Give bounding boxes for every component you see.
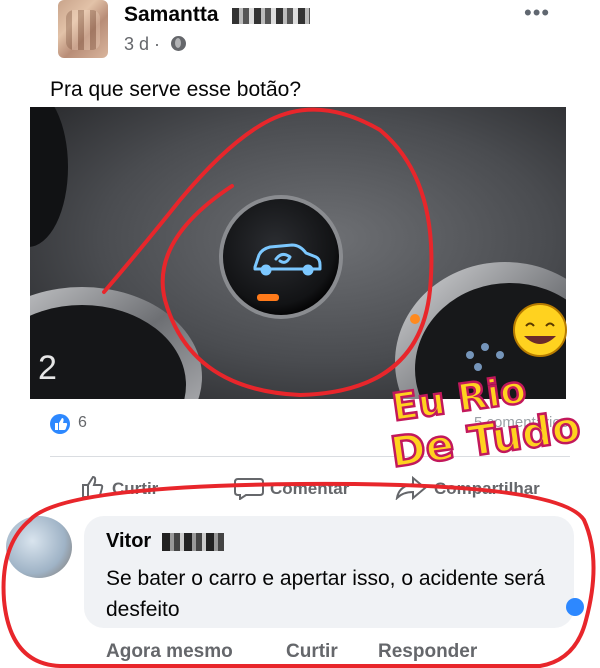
share-icon — [395, 475, 427, 505]
post-author-name[interactable]: Samantta — [124, 3, 219, 27]
reaction-count[interactable]: 6 — [78, 414, 87, 432]
share-button[interactable]: Compartilhar — [434, 479, 540, 499]
author-surname-redaction — [232, 8, 310, 24]
dial-number: 2 — [38, 349, 57, 387]
divider — [50, 456, 570, 457]
indicator-light — [257, 294, 279, 301]
comment-icon — [234, 476, 264, 505]
comment-timestamp[interactable]: Agora mesmo — [106, 641, 233, 663]
thumbs-up-icon — [80, 474, 106, 505]
commenter-name[interactable]: Vitor — [106, 530, 151, 553]
post-photo[interactable]: 2 — [30, 107, 566, 399]
comment-button[interactable]: Comentar — [270, 479, 349, 499]
comment-reply-button[interactable]: Responder — [378, 641, 477, 663]
post-timestamp[interactable]: 3 d · — [124, 34, 160, 55]
comment-text: Se bater o carro e apertar isso, o acide… — [106, 567, 545, 621]
comment-reaction-icon[interactable] — [566, 598, 584, 616]
commenter-avatar[interactable] — [6, 516, 72, 578]
commenter-surname-redaction — [162, 533, 224, 551]
globe-icon — [171, 36, 186, 51]
like-button[interactable]: Curtir — [112, 479, 158, 499]
comments-count[interactable]: 5 comentários — [474, 414, 568, 431]
author-avatar[interactable] — [58, 0, 108, 58]
like-reaction-icon[interactable] — [50, 414, 70, 434]
comment-like-button[interactable]: Curtir — [286, 641, 338, 663]
more-options-icon[interactable]: ••• — [524, 0, 550, 26]
post-caption: Pra que serve esse botão? — [50, 78, 301, 101]
